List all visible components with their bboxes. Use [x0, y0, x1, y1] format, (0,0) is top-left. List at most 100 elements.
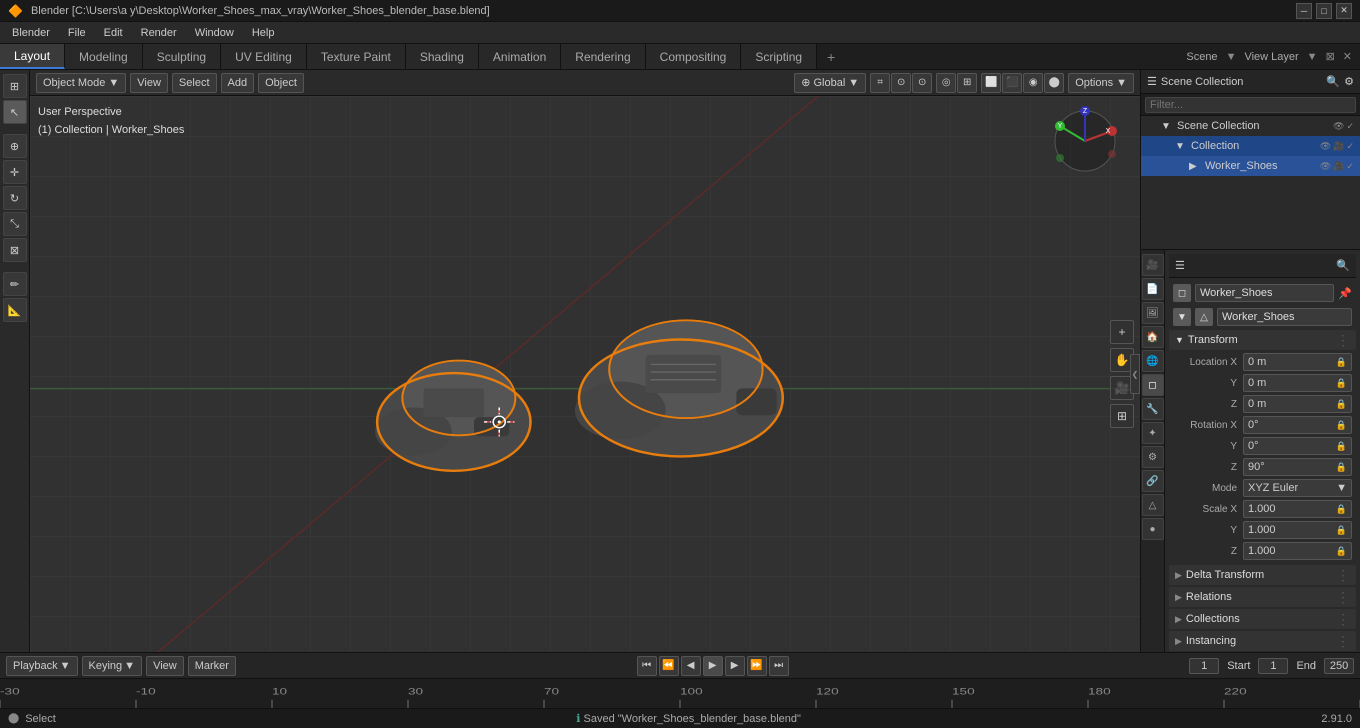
- outliner-filter-icon[interactable]: 🔍: [1326, 75, 1340, 88]
- marker-button[interactable]: Marker: [188, 656, 236, 676]
- rot-x-lock[interactable]: 🔒: [1336, 420, 1347, 431]
- delta-transform-section[interactable]: ▶ Delta Transform ⋮: [1169, 565, 1356, 585]
- prop-tab-output[interactable]: 📄: [1142, 278, 1164, 300]
- collection-check[interactable]: ✓: [1346, 141, 1354, 152]
- tab-animation[interactable]: Animation: [479, 44, 561, 69]
- close-button[interactable]: ✕: [1336, 3, 1352, 19]
- collections-section[interactable]: ▶ Collections ⋮: [1169, 609, 1356, 629]
- next-frame-button[interactable]: ⏩: [747, 656, 767, 676]
- outliner-search-input[interactable]: [1145, 97, 1356, 113]
- proportional-icon[interactable]: ⊙: [891, 73, 911, 93]
- prop-tab-world[interactable]: 🌐: [1142, 350, 1164, 372]
- global-transform-button[interactable]: ⊕ Global ▼: [794, 73, 866, 93]
- tool-select[interactable]: ↖: [3, 100, 27, 124]
- prop-tab-particles[interactable]: ✦: [1142, 422, 1164, 444]
- scale-x-value[interactable]: 1.000 🔒: [1243, 500, 1352, 518]
- scene-collection-eye[interactable]: 👁: [1333, 121, 1344, 132]
- pivot-icon[interactable]: ◎: [936, 73, 956, 93]
- n-panel-toggle[interactable]: ❮: [1130, 354, 1140, 394]
- loc-x-lock[interactable]: 🔒: [1336, 357, 1347, 368]
- sub-object-name-value[interactable]: Worker_Shoes: [1217, 308, 1352, 326]
- prop-tab-object[interactable]: ◻: [1142, 374, 1164, 396]
- prop-tab-constraints[interactable]: 🔗: [1142, 470, 1164, 492]
- properties-search-icon[interactable]: 🔍: [1336, 259, 1350, 272]
- tab-layout[interactable]: Layout: [0, 44, 65, 69]
- add-workspace-button[interactable]: +: [817, 44, 845, 69]
- prop-tab-render[interactable]: 🎥: [1142, 254, 1164, 276]
- prop-tab-data[interactable]: △: [1142, 494, 1164, 516]
- proportional2-icon[interactable]: ⊙: [912, 73, 932, 93]
- tab-uv-editing[interactable]: UV Editing: [221, 44, 307, 69]
- tab-scripting[interactable]: Scripting: [741, 44, 817, 69]
- shoe-check[interactable]: ✓: [1346, 161, 1354, 172]
- menu-file[interactable]: File: [60, 25, 94, 41]
- maximize-button[interactable]: □: [1316, 3, 1332, 19]
- relations-section[interactable]: ▶ Relations ⋮: [1169, 587, 1356, 607]
- prop-tab-physics[interactable]: ⚙: [1142, 446, 1164, 468]
- tab-sculpting[interactable]: Sculpting: [143, 44, 221, 69]
- rotation-y-value[interactable]: 0° 🔒: [1243, 437, 1352, 455]
- end-frame[interactable]: 250: [1324, 658, 1354, 674]
- menu-edit[interactable]: Edit: [96, 25, 131, 41]
- scale-z-lock[interactable]: 🔒: [1336, 546, 1347, 557]
- rotation-x-value[interactable]: 0° 🔒: [1243, 416, 1352, 434]
- minimize-button[interactable]: ─: [1296, 3, 1312, 19]
- tab-compositing[interactable]: Compositing: [646, 44, 742, 69]
- scale-z-value[interactable]: 1.000 🔒: [1243, 542, 1352, 560]
- tab-texture-paint[interactable]: Texture Paint: [307, 44, 406, 69]
- tool-measure[interactable]: 📐: [3, 298, 27, 322]
- object-menu-button[interactable]: Object: [258, 73, 304, 93]
- playback-button[interactable]: Playback ▼: [6, 656, 78, 676]
- object-mode-button[interactable]: Object Mode ▼: [36, 73, 126, 93]
- outliner-scene-collection[interactable]: ▼ Scene Collection 👁 ✓: [1141, 116, 1360, 136]
- shoe-render[interactable]: 🎥: [1333, 161, 1344, 172]
- prop-tab-modifiers[interactable]: 🔧: [1142, 398, 1164, 420]
- rendered-shading[interactable]: ⬤: [1044, 73, 1064, 93]
- prop-tab-material[interactable]: ●: [1142, 518, 1164, 540]
- location-z-value[interactable]: 0 m 🔒: [1243, 395, 1352, 413]
- view-menu-button[interactable]: View: [130, 73, 168, 93]
- tab-rendering[interactable]: Rendering: [561, 44, 645, 69]
- prev-keyframe-button[interactable]: ◀: [681, 656, 701, 676]
- menu-window[interactable]: Window: [187, 25, 242, 41]
- timeline-view-button[interactable]: View: [146, 656, 184, 676]
- mode-value[interactable]: XYZ Euler ▼: [1243, 479, 1352, 497]
- next-keyframe-button[interactable]: ▶: [725, 656, 745, 676]
- wireframe-shading[interactable]: ⬜: [981, 73, 1001, 93]
- 3d-viewport[interactable]: User Perspective (1) Collection | Worker…: [30, 96, 1140, 652]
- jump-end-button[interactable]: ⏭: [769, 656, 789, 676]
- menu-help[interactable]: Help: [244, 25, 283, 41]
- tool-move[interactable]: ✛: [3, 160, 27, 184]
- keying-button[interactable]: Keying ▼: [82, 656, 143, 676]
- prop-tab-scene[interactable]: 🏠: [1142, 326, 1164, 348]
- instancing-section[interactable]: ▶ Instancing ⋮: [1169, 631, 1356, 651]
- prev-frame-button[interactable]: ⏪: [659, 656, 679, 676]
- scale-y-lock[interactable]: 🔒: [1336, 525, 1347, 536]
- outliner-settings-icon[interactable]: ⚙: [1344, 75, 1354, 88]
- tool-cursor[interactable]: ⊕: [3, 134, 27, 158]
- scale-x-lock[interactable]: 🔒: [1336, 504, 1347, 515]
- scale-y-value[interactable]: 1.000 🔒: [1243, 521, 1352, 539]
- scene-collection-filter[interactable]: ✓: [1346, 121, 1354, 132]
- tool-rotate[interactable]: ↻: [3, 186, 27, 210]
- prop-tab-view-layer[interactable]: 🖼: [1142, 302, 1164, 324]
- menu-render[interactable]: Render: [133, 25, 185, 41]
- grid-button[interactable]: ⊞: [1110, 404, 1134, 428]
- rotation-z-value[interactable]: 90° 🔒: [1243, 458, 1352, 476]
- local-icon[interactable]: ⊞: [957, 73, 977, 93]
- location-y-value[interactable]: 0 m 🔒: [1243, 374, 1352, 392]
- solid-shading[interactable]: ⬛: [1002, 73, 1022, 93]
- outliner-collection[interactable]: ▼ Collection 👁 🎥 ✓: [1141, 136, 1360, 156]
- current-frame[interactable]: 1: [1189, 658, 1219, 674]
- tool-transform[interactable]: ⊠: [3, 238, 27, 262]
- object-pin-icon[interactable]: 📌: [1338, 287, 1352, 300]
- outliner-worker-shoes[interactable]: ▶ Worker_Shoes 👁 🎥 ✓: [1141, 156, 1360, 176]
- object-name-value[interactable]: Worker_Shoes: [1195, 284, 1334, 302]
- location-x-value[interactable]: 0 m 🔒: [1243, 353, 1352, 371]
- play-button[interactable]: ▶: [703, 656, 723, 676]
- jump-start-button[interactable]: ⏮: [637, 656, 657, 676]
- loc-y-lock[interactable]: 🔒: [1336, 378, 1347, 389]
- zoom-in-button[interactable]: +: [1110, 320, 1134, 344]
- tab-modeling[interactable]: Modeling: [65, 44, 143, 69]
- material-shading[interactable]: ◉: [1023, 73, 1043, 93]
